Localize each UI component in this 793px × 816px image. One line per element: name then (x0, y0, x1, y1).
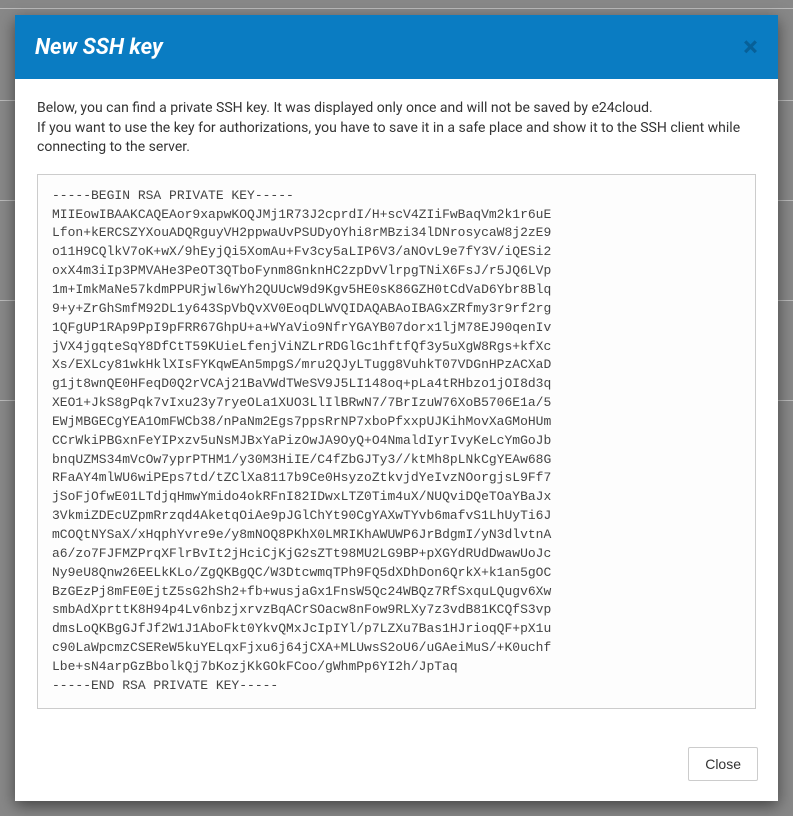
modal-body: Below, you can find a private SSH key. I… (15, 79, 778, 731)
intro-line-2: If you want to use the key for authoriza… (37, 120, 740, 156)
close-icon[interactable]: × (743, 33, 758, 61)
intro-line-1: Below, you can find a private SSH key. I… (37, 100, 653, 116)
modal-header: New SSH key × (15, 15, 778, 79)
ssh-private-key[interactable]: -----BEGIN RSA PRIVATE KEY----- MIIEowIB… (37, 174, 756, 709)
modal-title: New SSH key (35, 35, 163, 60)
ssh-key-modal: New SSH key × Below, you can find a priv… (15, 15, 778, 801)
intro-text: Below, you can find a private SSH key. I… (37, 99, 756, 158)
modal-footer: Close (15, 731, 778, 801)
close-button[interactable]: Close (688, 747, 758, 781)
